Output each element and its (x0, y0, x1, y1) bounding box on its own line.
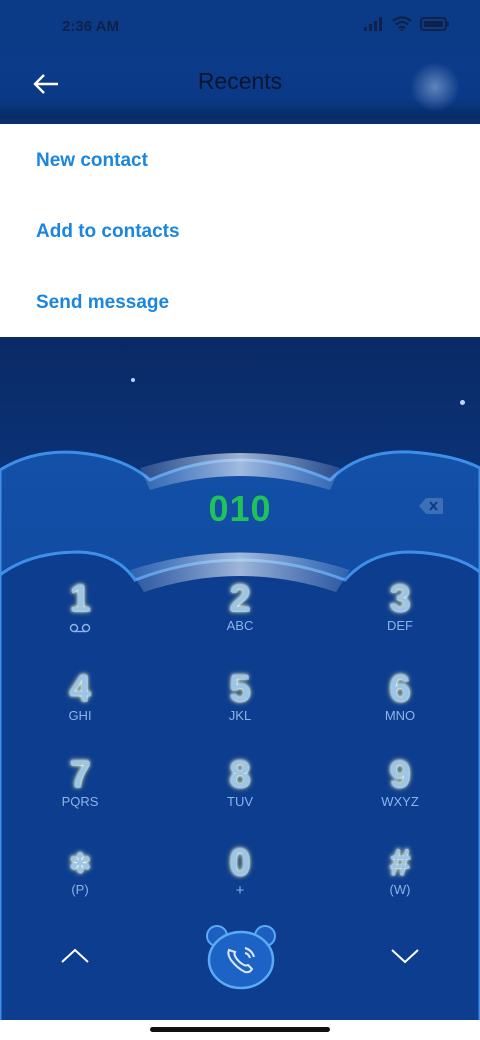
key-letters: WXYZ (381, 794, 419, 809)
dial-key-hash[interactable]: # (W) (340, 842, 460, 912)
key-digit: # (389, 842, 411, 884)
key-digit: 3 (389, 578, 411, 620)
key-digit: ✻ (69, 848, 91, 878)
dial-key-0[interactable]: 0 + (180, 842, 300, 912)
key-letters: MNO (384, 708, 416, 723)
key-digit: 6 (389, 668, 411, 710)
key-letters: + (235, 882, 245, 899)
dial-key-5[interactable]: 5 JKL (180, 668, 300, 738)
key-digit: 5 (229, 668, 251, 710)
dial-key-6[interactable]: 6 MNO (340, 668, 460, 738)
key-digit: 1 (69, 578, 91, 620)
chevron-down-icon[interactable] (385, 944, 425, 968)
dial-key-7[interactable]: 7 PQRS (20, 754, 140, 824)
bear-phone-call-icon[interactable] (203, 922, 279, 990)
key-letters: ABC (226, 618, 254, 633)
key-letters: GHI (68, 708, 92, 723)
key-letters: PQRS (61, 794, 99, 809)
key-digit: 0 (229, 842, 251, 884)
key-digit: 7 (69, 754, 91, 796)
dial-key-2[interactable]: 2 ABC (180, 578, 300, 648)
key-letters: DEF (387, 618, 413, 633)
key-digit: 4 (69, 668, 91, 710)
dial-key-8[interactable]: 8 TUV (180, 754, 300, 824)
dial-key-9[interactable]: 9 WXYZ (340, 754, 460, 824)
key-digit: 2 (229, 578, 251, 620)
key-letters: (W) (389, 882, 411, 897)
key-letters: (P) (71, 882, 89, 897)
backspace-icon[interactable] (418, 497, 444, 515)
key-letters: TUV (227, 794, 253, 809)
dial-key-4[interactable]: 4 GHI (20, 668, 140, 738)
chevron-up-icon[interactable] (55, 944, 95, 968)
key-digit: 9 (389, 754, 411, 796)
system-nav-bar (0, 1020, 480, 1040)
home-indicator[interactable] (150, 1027, 330, 1032)
key-letters: JKL (228, 708, 252, 723)
key-digit: 8 (229, 754, 251, 796)
dial-key-1[interactable]: 1 (20, 578, 140, 648)
dial-key-3[interactable]: 3 DEF (340, 578, 460, 648)
voicemail-icon (69, 623, 91, 633)
dial-key-star[interactable]: ✻ (P) (20, 842, 140, 912)
dialed-number: 010 (208, 488, 272, 529)
